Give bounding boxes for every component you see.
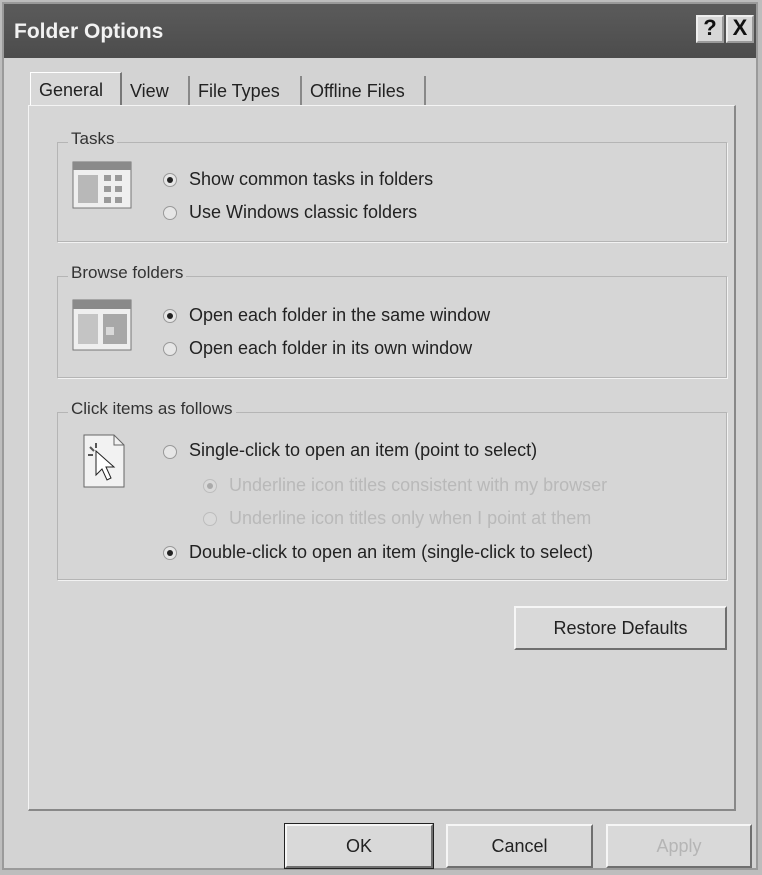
- show-common-tasks-radio[interactable]: [163, 173, 177, 187]
- double-click-radio[interactable]: [163, 546, 177, 560]
- tab-file-types[interactable]: File Types: [190, 76, 302, 106]
- browse-folders-legend: Browse folders: [68, 263, 187, 283]
- same-window-label[interactable]: Open each folder in the same window: [189, 305, 490, 326]
- tasks-legend: Tasks: [68, 129, 118, 149]
- folder-options-dialog: Folder Options ? X General View File Typ…: [2, 2, 758, 870]
- single-click-label[interactable]: Single-click to open an item (point to s…: [189, 440, 537, 461]
- own-window-label[interactable]: Open each folder in its own window: [189, 338, 472, 359]
- tab-offline-files[interactable]: Offline Files: [302, 76, 426, 106]
- browse-window-icon: [72, 299, 132, 351]
- classic-folders-label[interactable]: Use Windows classic folders: [189, 202, 417, 223]
- title-bar[interactable]: Folder Options ? X: [4, 4, 756, 58]
- show-common-tasks-label[interactable]: Show common tasks in folders: [189, 169, 433, 190]
- own-window-radio[interactable]: [163, 342, 177, 356]
- cancel-button[interactable]: Cancel: [446, 824, 593, 868]
- underline-browser-label: Underline icon titles consistent with my…: [229, 475, 608, 495]
- help-button[interactable]: ?: [696, 15, 724, 43]
- close-button[interactable]: X: [726, 15, 754, 43]
- general-tab-panel: Tasks Show common tasks in folders Use W…: [28, 105, 736, 811]
- underline-point-label: Underline icon titles only when I point …: [229, 508, 592, 528]
- underline-browser-radio: [203, 479, 217, 493]
- double-click-label[interactable]: Double-click to open an item (single-cli…: [189, 542, 593, 563]
- same-window-radio[interactable]: [163, 309, 177, 323]
- restore-defaults-button[interactable]: Restore Defaults: [514, 606, 727, 650]
- single-click-radio[interactable]: [163, 445, 177, 459]
- underline-point-radio: [203, 512, 217, 526]
- browse-folders-group: Browse folders Open each folder in the s…: [57, 263, 727, 378]
- tasks-folder-icon: [72, 161, 132, 209]
- window-title: Folder Options: [14, 20, 164, 43]
- ok-button[interactable]: OK: [284, 823, 434, 869]
- tab-general[interactable]: General: [30, 72, 122, 108]
- tasks-group: Tasks Show common tasks in folders Use W…: [57, 129, 727, 242]
- classic-folders-radio[interactable]: [163, 206, 177, 220]
- click-items-legend: Click items as follows: [68, 399, 236, 419]
- click-items-group: Click items as follows Single-click to o…: [57, 399, 727, 580]
- tab-view[interactable]: View: [122, 76, 190, 106]
- apply-button: Apply: [606, 824, 752, 868]
- pointer-click-icon: [83, 434, 125, 488]
